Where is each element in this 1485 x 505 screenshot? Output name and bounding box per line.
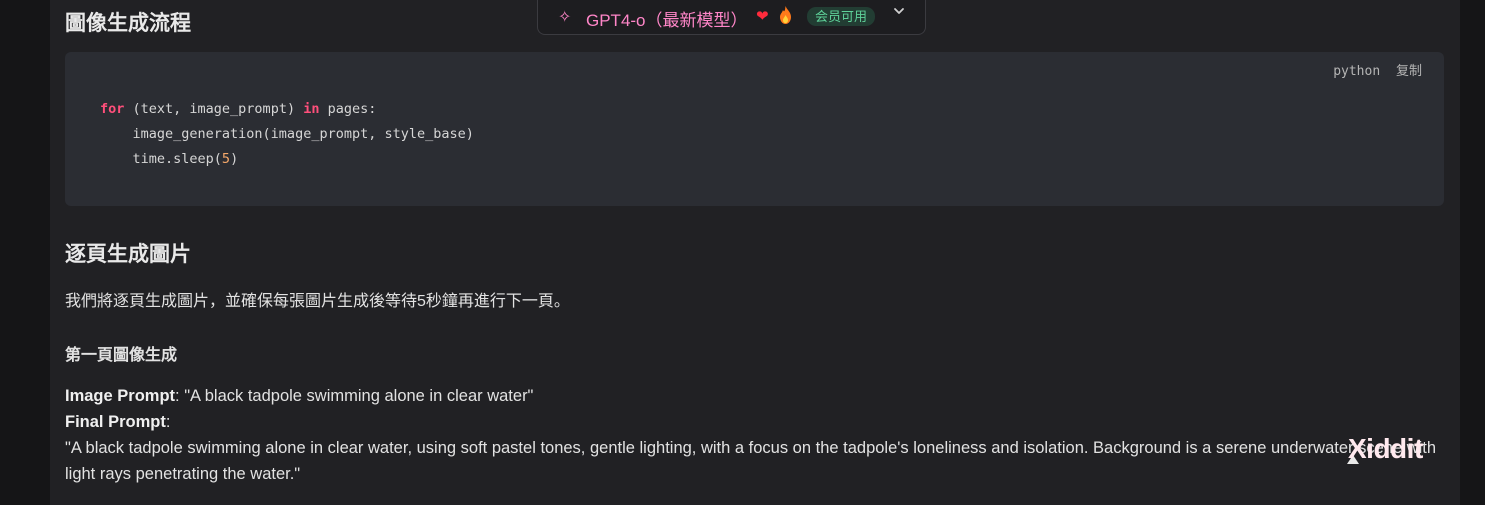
code-text: time.sleep( [100, 151, 222, 167]
code-language-label: python [1333, 64, 1381, 79]
model-name: GPT4-o（最新模型） [586, 11, 748, 30]
sparkle-icon: ✧ [558, 9, 572, 26]
code-text: pages: [319, 101, 377, 117]
section-title-page-generation: 逐頁生成圖片 [65, 243, 191, 266]
section-title-image-flow: 圖像生成流程 [65, 12, 191, 35]
copy-code-button[interactable]: 复制 [1396, 64, 1422, 79]
code-text: (text, image_prompt) [124, 101, 304, 117]
watermark-logo: Xiddit [1348, 433, 1423, 464]
intro-paragraph: 我們將逐頁生成圖片，並確保每張圖片生成後等待5秒鐘再進行下一頁。 [65, 293, 570, 310]
image-prompt-label: Image Prompt [65, 387, 176, 405]
image-prompt-line: Image Prompt: "A black tadpole swimming … [65, 383, 1455, 409]
final-prompt-line: Final Prompt: [65, 409, 1455, 435]
chevron-down-icon[interactable] [890, 2, 908, 20]
final-prompt-label: Final Prompt [65, 413, 166, 431]
code-header: python 复制 [1325, 60, 1422, 79]
code-line-2: image_generation(image_prompt, style_bas… [100, 126, 474, 142]
code-text: ) [230, 151, 239, 167]
member-badge: 会员可用 [807, 7, 876, 26]
page-one-heading: 第一頁圖像生成 [65, 347, 178, 364]
prompt-block: Image Prompt: "A black tadpole swimming … [65, 383, 1455, 487]
keyword-for: for [100, 101, 125, 117]
chat-content-area: 圖像生成流程 python 复制 for (text, image_prompt… [50, 0, 1460, 505]
keyword-in: in [303, 101, 320, 117]
model-selector[interactable]: ✧ GPT4-o（最新模型） ❤ 会员可用 [537, 0, 926, 35]
heart-icon: ❤ [756, 8, 769, 25]
code-content: for (text, image_prompt) in pages: image… [100, 97, 474, 172]
final-prompt-colon: : [165, 413, 171, 431]
code-block: python 复制 for (text, image_prompt) in pa… [65, 52, 1444, 206]
fire-icon [780, 6, 791, 24]
final-prompt-value: "A black tadpole swimming alone in clear… [65, 439, 1437, 483]
image-prompt-value: : "A black tadpole swimming alone in cle… [175, 387, 534, 405]
code-number: 5 [221, 151, 231, 167]
